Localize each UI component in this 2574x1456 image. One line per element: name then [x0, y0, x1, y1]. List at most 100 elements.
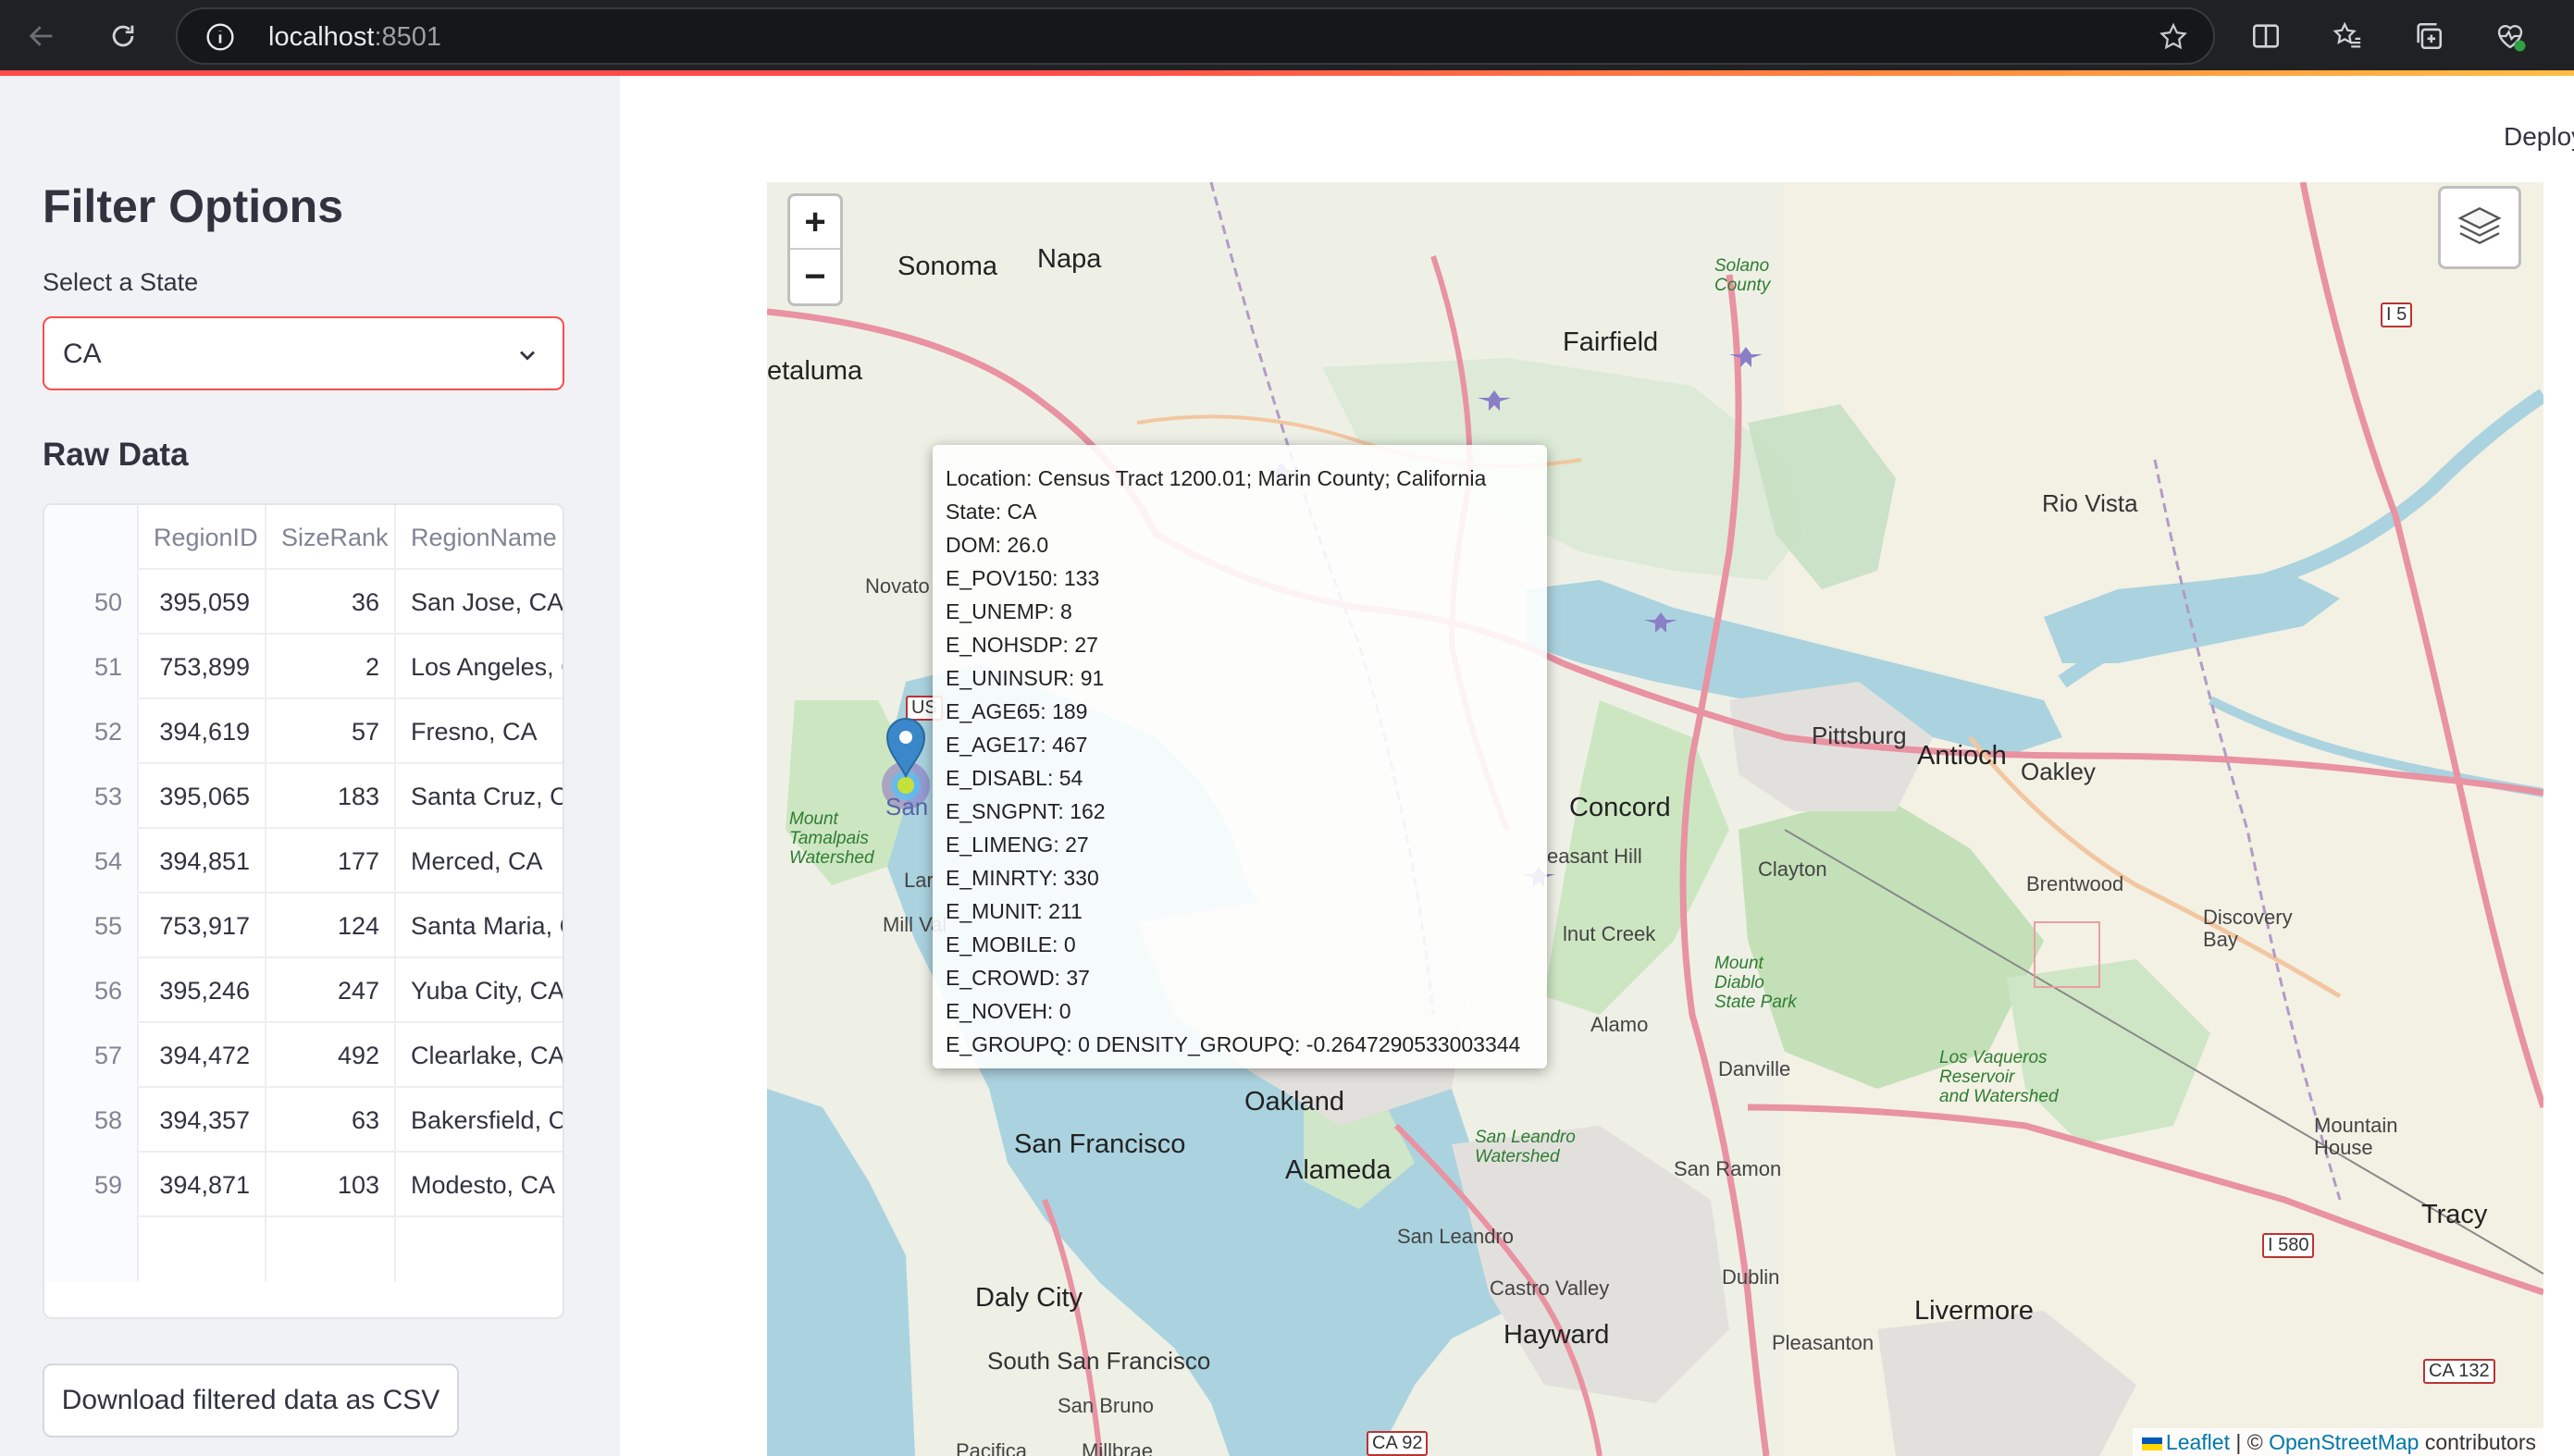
size-rank: 492 — [266, 1023, 396, 1088]
table-row[interactable]: 50 395,059 36 San Jose, CA — [44, 570, 563, 635]
table-row[interactable]: 51 753,899 2 Los Angeles, CA — [44, 635, 563, 699]
place-label: Discovery Bay — [2203, 906, 2293, 951]
deploy-button[interactable]: Deploy — [2504, 122, 2574, 152]
highway-shield: I 5 — [2381, 302, 2413, 327]
collections-icon[interactable] — [2407, 15, 2450, 57]
popup-line: E_NOHSDP: 27 — [946, 633, 1098, 657]
map-popup: Location: Census Tract 1200.01; Marin Co… — [933, 445, 1547, 1068]
address-bar[interactable]: localhost:8501 — [176, 7, 2215, 65]
place-label: Pacifica — [956, 1439, 1028, 1456]
ukraine-flag-icon — [2141, 1437, 2162, 1450]
popup-line: State: CA — [946, 500, 1037, 524]
row-index: 54 — [44, 829, 139, 894]
map-marker-icon[interactable] — [885, 717, 926, 779]
place-label: San Ramon — [1674, 1157, 1782, 1180]
place-label: Fairfield — [1563, 327, 1659, 357]
map[interactable]: Sonoma Napa Fairfield Solano County etal… — [767, 182, 2543, 1456]
table-row[interactable]: 53 395,065 183 Santa Cruz, CA — [44, 764, 563, 829]
size-rank: 63 — [266, 1088, 396, 1153]
column-header-regionid[interactable]: RegionID — [139, 505, 266, 570]
place-label: San Leandro — [1397, 1225, 1514, 1248]
sidebar-title: Filter Options — [43, 180, 343, 232]
column-header-regionname[interactable]: RegionName — [396, 505, 563, 570]
leaflet-link[interactable]: Leaflet — [2166, 1430, 2230, 1454]
size-rank: 183 — [266, 764, 396, 829]
table-row[interactable]: 59 394,871 103 Modesto, CA — [44, 1153, 563, 1217]
region-name — [396, 1217, 563, 1282]
place-label: Solano County — [1714, 256, 1771, 295]
map-attribution: Leaflet | © OpenStreetMap contributors — [2132, 1428, 2543, 1456]
popup-line: E_SNGPNT: 162 — [946, 799, 1106, 823]
place-label: Napa — [1037, 244, 1102, 274]
popup-line: E_MOBILE: 0 — [946, 932, 1076, 956]
place-label: Mount Diablo State Park — [1714, 954, 1797, 1012]
highway-shield: I 580 — [2262, 1233, 2315, 1258]
popup-line: E_CROWD: 37 — [946, 966, 1090, 990]
region-id: 394,871 — [139, 1153, 266, 1217]
health-icon[interactable] — [2489, 15, 2531, 57]
row-index: 50 — [44, 570, 139, 635]
region-id: 394,851 — [139, 829, 266, 894]
layers-control[interactable] — [2438, 186, 2521, 269]
place-label: San — [885, 793, 929, 821]
place-label: Sonoma — [897, 252, 998, 281]
size-rank: 247 — [266, 958, 396, 1023]
region-name: Los Angeles, CA — [411, 653, 563, 681]
popup-line: E_NOVEH: 0 — [946, 999, 1071, 1023]
place-label: Dublin — [1722, 1265, 1780, 1289]
place-label: Mountain House — [2314, 1114, 2398, 1159]
place-label: Hayward — [1504, 1320, 1610, 1350]
row-index: 53 — [44, 764, 139, 829]
place-label: Castro Valley — [1490, 1277, 1610, 1300]
info-icon[interactable] — [205, 22, 235, 52]
popup-line: E_AGE17: 467 — [946, 733, 1088, 757]
popup-line: E_MINRTY: 330 — [946, 866, 1099, 890]
table-row[interactable]: 54 394,851 177 Merced, CA — [44, 829, 563, 894]
table-row[interactable]: 56 395,246 247 Yuba City, CA — [44, 958, 563, 1023]
popup-line: E_MUNIT: 211 — [946, 899, 1083, 923]
row-index: 58 — [44, 1088, 139, 1153]
browser-toolbar: localhost:8501 — [0, 0, 2574, 72]
split-screen-icon[interactable] — [2245, 15, 2287, 57]
place-label: Mount Tamalpais Watershed — [789, 809, 874, 868]
table-row[interactable]: 55 753,917 124 Santa Maria, CA — [44, 894, 563, 958]
popup-line: E_UNEMP: 8 — [946, 599, 1072, 623]
size-rank: 36 — [266, 570, 396, 635]
download-csv-button[interactable]: Download filtered data as CSV — [43, 1363, 459, 1437]
size-rank: 2 — [266, 635, 396, 699]
popup-line: E_AGE65: 189 — [946, 699, 1088, 723]
raw-data-title: Raw Data — [43, 437, 189, 473]
zoom-out-button[interactable]: − — [790, 251, 840, 304]
attribution-sep: | © — [2229, 1430, 2270, 1454]
place-label: Livermore — [1914, 1296, 2034, 1326]
table-row[interactable]: 58 394,357 63 Bakersfield, CA — [44, 1088, 563, 1153]
state-select[interactable]: CA — [43, 316, 564, 390]
back-icon[interactable] — [19, 13, 65, 59]
table-row[interactable]: 57 394,472 492 Clearlake, CA — [44, 1023, 563, 1088]
highway-shield: CA 132 — [2423, 1359, 2495, 1384]
osm-link[interactable]: OpenStreetMap — [2269, 1430, 2419, 1454]
column-header-sizerank[interactable]: SizeRank — [266, 505, 396, 570]
url-text: localhost:8501 — [268, 22, 441, 53]
place-label: Novato — [865, 574, 930, 598]
column-header-index[interactable] — [44, 505, 139, 570]
table-row-partial[interactable] — [44, 1217, 563, 1282]
row-index: 55 — [44, 894, 139, 958]
star-icon[interactable] — [2158, 21, 2189, 53]
row-index: 57 — [44, 1023, 139, 1088]
size-rank: 103 — [266, 1153, 396, 1217]
size-rank: 177 — [266, 829, 396, 894]
raw-data-table[interactable]: RegionID SizeRank RegionName 50 395,059 … — [43, 503, 564, 1319]
reload-icon[interactable] — [100, 13, 146, 59]
size-rank: 57 — [266, 699, 396, 764]
table-row[interactable]: 52 394,619 57 Fresno, CA — [44, 699, 563, 764]
zoom-in-button[interactable]: + — [790, 196, 840, 250]
zoom-control: + − — [787, 193, 843, 306]
row-index: 51 — [44, 635, 139, 699]
region-name: Merced, CA — [411, 847, 543, 875]
place-label: Concord — [1569, 793, 1671, 822]
table-header-row: RegionID SizeRank RegionName — [44, 505, 563, 570]
layers-icon — [2454, 200, 2506, 256]
favorites-icon[interactable] — [2326, 15, 2369, 57]
row-index: 59 — [44, 1153, 139, 1217]
